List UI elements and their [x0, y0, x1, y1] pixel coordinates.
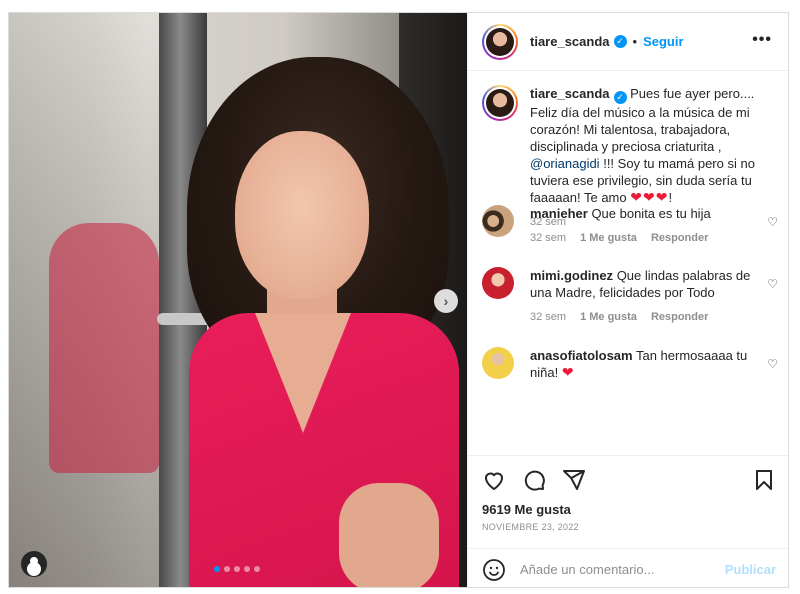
- reply-button[interactable]: Responder: [651, 311, 708, 323]
- user-tag-icon[interactable]: [21, 551, 47, 577]
- like-comment-icon[interactable]: ♡: [767, 215, 778, 229]
- header-username[interactable]: tiare_scanda: [530, 34, 610, 49]
- photo-reflection: [49, 223, 159, 473]
- heart-emoji: ❤: [561, 364, 575, 380]
- carousel-dot: [234, 566, 240, 572]
- comment-likes[interactable]: 1 Me gusta: [580, 232, 637, 244]
- more-icon[interactable]: •••: [752, 31, 772, 49]
- comment-avatar[interactable]: [482, 347, 514, 379]
- like-comment-icon[interactable]: ♡: [767, 277, 778, 291]
- verified-icon: ✓: [613, 35, 627, 48]
- post-side-panel: tiare_scanda ✓ • Seguir ••• tiare_scanda…: [467, 13, 788, 587]
- add-comment-bar: Publicar: [468, 548, 788, 587]
- chevron-right-icon: ›: [443, 293, 449, 309]
- comment-item: anasofiatolosam Tan hermosaaaa tu niña! …: [482, 347, 782, 381]
- photo-face: [235, 131, 369, 299]
- comment-username[interactable]: mimi.godinez: [530, 268, 613, 283]
- carousel-dot: [224, 566, 230, 572]
- avatar[interactable]: [482, 23, 518, 60]
- post-photo[interactable]: ›: [9, 13, 467, 587]
- caption-username[interactable]: tiare_scanda: [530, 86, 610, 101]
- carousel-dot: [254, 566, 260, 572]
- comment-avatar[interactable]: [482, 205, 514, 237]
- publish-button[interactable]: Publicar: [725, 562, 776, 577]
- carousel-dot: [244, 566, 250, 572]
- likes-count[interactable]: 9619 Me gusta: [482, 502, 571, 517]
- comments-scroll-area[interactable]: tiare_scanda ✓ Pues fue ayer pero.... Fel…: [468, 71, 788, 455]
- comment-username[interactable]: manieher: [530, 206, 588, 221]
- comment-avatar[interactable]: [482, 267, 514, 299]
- photo-neckline: [255, 313, 351, 433]
- verified-icon: ✓: [613, 91, 627, 104]
- comment-text: mimi.godinez Que lindas palabras de una …: [530, 267, 756, 326]
- caption-avatar[interactable]: [482, 85, 518, 121]
- post-date: NOVIEMBRE 23, 2022: [482, 522, 579, 532]
- emoji-icon[interactable]: [482, 558, 506, 582]
- comment-item: mimi.godinez Que lindas palabras de una …: [482, 267, 782, 326]
- post-actions: 9619 Me gusta NOVIEMBRE 23, 2022 Publica…: [468, 455, 788, 587]
- carousel-dot: [214, 566, 220, 572]
- comment-meta: 32 sem 1 Me gusta Responder: [530, 309, 756, 326]
- action-icons: [482, 468, 586, 492]
- heart-emojis: ❤❤❤: [630, 189, 669, 205]
- heart-icon[interactable]: [482, 468, 506, 492]
- like-comment-icon[interactable]: ♡: [767, 357, 778, 371]
- comment-item: manieher Que bonita es tu hija 32 sem 1 M…: [482, 205, 782, 247]
- comment-text: manieher Que bonita es tu hija 32 sem 1 M…: [530, 205, 756, 247]
- comment-likes[interactable]: 1 Me gusta: [580, 311, 637, 323]
- separator-dot: •: [632, 34, 638, 49]
- follow-button[interactable]: Seguir: [643, 34, 683, 49]
- comment-time[interactable]: 32 sem: [530, 311, 566, 323]
- comment-text: anasofiatolosam Tan hermosaaaa tu niña! …: [530, 347, 756, 381]
- next-photo-button[interactable]: ›: [434, 289, 458, 313]
- photo-arm: [339, 483, 439, 587]
- caption-mention[interactable]: @orianagidi: [530, 156, 600, 171]
- comment-icon[interactable]: [522, 468, 546, 492]
- comment-meta: 32 sem 1 Me gusta Responder: [530, 230, 756, 247]
- comment-username[interactable]: anasofiatolosam: [530, 348, 633, 363]
- carousel-dots: [214, 566, 260, 572]
- post-header: tiare_scanda ✓ • Seguir •••: [468, 13, 788, 71]
- comment-body: Que bonita es tu hija: [591, 206, 711, 221]
- post-modal: › tiare_scanda ✓ • Seguir ••• tiare_scan…: [8, 12, 789, 588]
- comment-input[interactable]: [520, 562, 720, 577]
- reply-button[interactable]: Responder: [651, 232, 708, 244]
- caption-end: !: [668, 190, 673, 205]
- bookmark-button[interactable]: [752, 468, 776, 495]
- bookmark-icon: [756, 470, 772, 490]
- comment-time[interactable]: 32 sem: [530, 232, 566, 244]
- share-icon[interactable]: [562, 468, 586, 492]
